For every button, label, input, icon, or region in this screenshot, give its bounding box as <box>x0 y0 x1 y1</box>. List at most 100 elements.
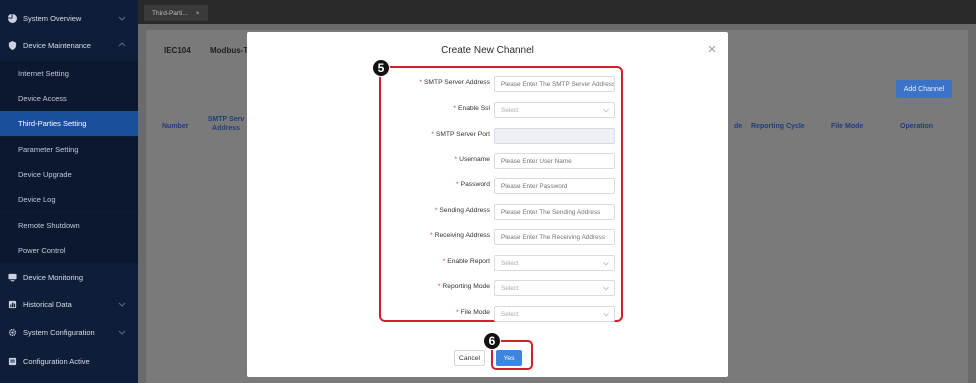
cancel-button[interactable]: Cancel <box>454 350 485 366</box>
tab-label: Third-Parti... <box>152 9 188 17</box>
menu-device-maintenance[interactable]: Device Maintenance <box>0 33 138 58</box>
menu-configuration-active[interactable]: Configuration Active <box>0 349 138 374</box>
add-channel-button[interactable]: Add Channel <box>896 80 952 98</box>
column-header-reporting-cycle: Reporting Cycle <box>751 123 805 130</box>
field-label: * SMTP Server Address <box>419 79 490 86</box>
label-text: SMTP Server Port <box>435 131 490 138</box>
menu-label: System Configuration <box>23 328 95 337</box>
sidebar-item-parameter-setting[interactable]: Parameter Setting <box>0 137 138 162</box>
chevron-up-icon <box>118 42 126 47</box>
select-placeholder: Select <box>501 310 519 318</box>
dialog-title: Create New Channel <box>441 45 534 56</box>
sending-address-input[interactable] <box>494 204 615 220</box>
field-label: * SMTP Server Port <box>431 131 490 138</box>
menu-label: Power Control <box>18 246 66 255</box>
required-mark: * <box>442 258 446 265</box>
menu-label: Historical Data <box>23 300 72 309</box>
form-row-smtp-server-port: * SMTP Server Port <box>247 128 728 144</box>
field-label: * File Mode <box>456 309 490 316</box>
menu-historical-data[interactable]: Historical Data <box>0 292 138 317</box>
field-label: * Reporting Mode <box>438 283 490 290</box>
column-header-smtp: SMTP Serv Address <box>207 116 245 132</box>
label-text: Sending Address <box>439 207 490 214</box>
field-label: * Sending Address <box>435 207 490 214</box>
tab-third-parties[interactable]: Third-Parti... × <box>144 5 208 21</box>
required-mark: * <box>453 105 457 112</box>
receiving-address-input[interactable] <box>494 229 615 245</box>
tab-modbus[interactable]: Modbus-T <box>210 46 248 55</box>
chevron-down-icon <box>118 16 126 21</box>
menu-label: Device Upgrade <box>18 170 72 179</box>
menu-system-configuration[interactable]: System Configuration <box>0 320 138 345</box>
gear-icon <box>8 328 17 337</box>
select-placeholder: Select <box>501 259 519 267</box>
menu-label: Device Maintenance <box>23 41 91 50</box>
close-icon[interactable]: × <box>196 10 200 17</box>
form-row-password: * Password <box>247 178 728 194</box>
menu-system-overview[interactable]: System Overview <box>0 6 138 31</box>
username-input[interactable] <box>494 153 615 169</box>
sidebar-item-device-upgrade[interactable]: Device Upgrade <box>0 162 138 187</box>
column-header-file-mode: File Mode <box>831 123 864 130</box>
field-label: * Password <box>456 181 490 188</box>
config-icon <box>8 357 17 366</box>
pie-chart-icon <box>8 14 17 23</box>
yes-button[interactable]: Yes <box>496 350 522 366</box>
required-mark: * <box>431 131 434 138</box>
menu-label: Device Log <box>18 195 56 204</box>
tab-bar: Third-Parti... × <box>138 0 976 24</box>
sidebar-item-device-log[interactable]: Device Log <box>0 187 138 212</box>
menu-label: Remote Shutdown <box>18 221 80 230</box>
chevron-down-icon <box>118 302 126 307</box>
file-mode-select[interactable]: Select <box>494 306 615 322</box>
required-mark: * <box>437 283 441 290</box>
required-mark: * <box>456 309 459 316</box>
password-input[interactable] <box>494 178 615 194</box>
label-text: Reporting Mode <box>442 283 490 290</box>
form-row-enable-report: * Enable Report Select <box>247 255 728 271</box>
sidebar-item-third-parties-setting[interactable]: Third-Parties Setting <box>0 111 138 136</box>
smtp-server-address-input[interactable] <box>494 76 615 92</box>
field-label: * Receiving Address <box>430 232 490 239</box>
close-icon[interactable] <box>708 45 716 53</box>
label-text: SMTP Server Address <box>423 79 490 86</box>
menu-label: System Overview <box>23 14 82 23</box>
chevron-down-icon <box>603 261 609 266</box>
menu-label: Device Monitoring <box>23 273 84 282</box>
form-row-file-mode: * File Mode Select <box>247 306 728 322</box>
form-row-receiving-address: * Receiving Address <box>247 229 728 245</box>
monitor-icon <box>8 273 17 282</box>
chevron-down-icon <box>118 330 126 335</box>
select-placeholder: Select <box>501 106 519 114</box>
reporting-mode-select[interactable]: Select <box>494 280 615 296</box>
step-badge-6: 6 <box>483 332 501 350</box>
required-mark: * <box>454 156 458 163</box>
create-channel-dialog: Create New Channel 5 * SMTP Server Addres… <box>247 32 728 377</box>
label-text: Receiving Address <box>434 232 490 239</box>
label-text: File Mode <box>460 309 490 316</box>
required-mark: * <box>419 79 422 86</box>
menu-label: Internet Setting <box>18 69 69 78</box>
enable-report-select[interactable]: Select <box>494 255 615 271</box>
menu-label: Configuration Active <box>23 357 90 366</box>
field-label: * Enable Report <box>443 258 490 265</box>
tab-iec104[interactable]: IEC104 <box>164 46 191 55</box>
sidebar-item-remote-shutdown[interactable]: Remote Shutdown <box>0 213 138 238</box>
column-header-operation: Operation <box>900 123 934 130</box>
enable-ssl-select[interactable]: Select <box>494 102 615 118</box>
field-label: * Enable Ssl <box>453 105 490 112</box>
label-text: Password <box>460 181 490 188</box>
column-header-partial: de <box>734 123 743 130</box>
sidebar-item-power-control[interactable]: Power Control <box>0 238 138 263</box>
select-placeholder: Select <box>501 284 519 292</box>
column-header-number: Number <box>162 123 189 130</box>
sidebar-item-internet-setting[interactable]: Internet Setting <box>0 61 138 86</box>
field-label: * Username <box>455 156 490 163</box>
menu-label: Third-Parties Setting <box>18 119 87 128</box>
label-text: Enable Ssl <box>458 105 490 112</box>
label-text: Enable Report <box>447 258 490 265</box>
sidebar-item-device-access[interactable]: Device Access <box>0 86 138 111</box>
menu-device-monitoring[interactable]: Device Monitoring <box>0 265 138 290</box>
smtp-server-port-input <box>494 128 615 144</box>
form-row-sending-address: * Sending Address <box>247 204 728 220</box>
